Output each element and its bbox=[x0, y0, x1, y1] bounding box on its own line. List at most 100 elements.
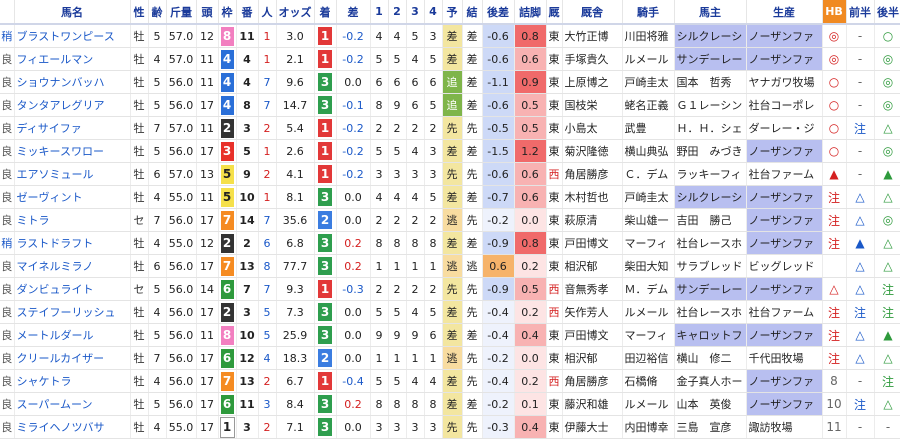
age: 4 bbox=[148, 185, 167, 209]
trainer: 角居勝彦 bbox=[562, 369, 623, 393]
column-header[interactable]: 性 bbox=[130, 0, 149, 25]
column-header[interactable]: 斤量 bbox=[166, 0, 197, 25]
table-row[interactable]: 良クリールカイザー牡 7 56.0 17 6 12 4 18.3 2 0.0 1 1 1 1 逃先 -0.2 0… bbox=[0, 346, 900, 370]
breeder: ノーザンファ bbox=[746, 208, 823, 232]
table-row[interactable]: 稍ブラストワンピース牡 5 57.0 12 8 11 1 3.0 1 -0.2 4 4 5 3 差差 -0.6… bbox=[0, 24, 900, 48]
column-header[interactable]: オッズ bbox=[276, 0, 315, 25]
column-header[interactable]: 厩舎 bbox=[562, 0, 623, 25]
column-header[interactable]: 差 bbox=[336, 0, 371, 25]
horse-name[interactable]: フィエールマン bbox=[14, 47, 131, 71]
column-header[interactable]: 人 bbox=[258, 0, 277, 25]
column-header[interactable]: 後半 bbox=[874, 0, 900, 25]
track-condition: 良 bbox=[0, 116, 15, 140]
table-row[interactable]: 良ミライヘノツバサ牡 4 55.0 17 1 3 2 7.1 3 0.0 3 3 3 3 先先 -0.3 0.4… bbox=[0, 415, 900, 439]
horse-name[interactable]: ディサイファ bbox=[14, 116, 131, 140]
table-row[interactable]: 良ステイフーリッシュ牡 4 56.0 17 2 3 5 7.3 3 0.0 5 5 4 5 差先 -0.4 0.… bbox=[0, 300, 900, 324]
table-row[interactable]: 良メートルダール牡 5 56.0 11 8 10 5 25.9 3 0.0 9 9 9 6 差差 -0.4 0.… bbox=[0, 323, 900, 347]
table-row[interactable]: 良スーパームーン牡 5 56.0 17 6 11 3 8.4 3 0.2 8 8 8 8 差差 -0.2 0.1… bbox=[0, 392, 900, 416]
table-row[interactable]: 稍ラストドラフト牡 4 55.0 12 2 2 6 6.8 3 0.2 8 8 8 8 差差 -0.9 0.8 東… bbox=[0, 231, 900, 255]
horse-name[interactable]: ミッキースワロー bbox=[14, 139, 131, 163]
horse-name[interactable]: ミライヘノツバサ bbox=[14, 415, 131, 439]
column-header[interactable]: 騎手 bbox=[622, 0, 675, 25]
breeder: 社台ファーム bbox=[746, 300, 823, 324]
second-half-mark: △ bbox=[874, 392, 900, 416]
column-header[interactable]: 馬名 bbox=[14, 0, 131, 25]
table-row[interactable]: 良ディサイファ牡 7 57.0 11 2 3 2 5.4 1 -0.2 2 2 2 2 先先 -0.5 0.5 東… bbox=[0, 116, 900, 140]
column-header[interactable]: 1 bbox=[370, 0, 389, 25]
popularity: 7 bbox=[258, 208, 277, 232]
horse-name[interactable]: シャケトラ bbox=[14, 369, 131, 393]
horse-name[interactable]: クリールカイザー bbox=[14, 346, 131, 370]
column-header[interactable]: 結 bbox=[462, 0, 483, 25]
table-row[interactable]: 良ミッキースワロー牡 5 56.0 17 3 5 1 2.6 1 -0.2 5 5 4 3 差差 -1.5 1.… bbox=[0, 139, 900, 163]
table-row[interactable]: 良ショウナンバッハ牡 5 56.0 11 4 4 7 9.6 3 0.0 6 6 6 6 追差 -1.1 0.9… bbox=[0, 70, 900, 94]
table-row[interactable]: 良ダンビュライトセ 5 56.0 14 6 7 7 9.3 1 -0.3 2 2 2 2 先先 -0.9 0.5… bbox=[0, 277, 900, 301]
weight-carried: 56.0 bbox=[166, 323, 197, 347]
column-header[interactable]: 予 bbox=[442, 0, 463, 25]
horse-name[interactable]: スーパームーン bbox=[14, 392, 131, 416]
corner-3: 4 bbox=[406, 185, 425, 209]
closing-speed: 0.5 bbox=[514, 277, 547, 301]
column-header[interactable]: 枠 bbox=[218, 0, 237, 25]
horse-name[interactable]: ブラストワンピース bbox=[14, 24, 131, 48]
breeder: 諏訪牧場 bbox=[746, 415, 823, 439]
horse-name[interactable]: タンタアレグリア bbox=[14, 93, 131, 117]
column-header[interactable]: 後差 bbox=[482, 0, 515, 25]
table-row[interactable]: 良ゼーヴィント牡 4 55.0 11 5 10 1 8.1 3 0.0 4 4 4 5 差差 -0.7 0.6 東… bbox=[0, 185, 900, 209]
horse-name[interactable]: エアソミュール bbox=[14, 162, 131, 186]
second-half-mark: ◎ bbox=[874, 47, 900, 71]
column-header[interactable]: 3 bbox=[406, 0, 425, 25]
column-header[interactable]: 生産 bbox=[746, 0, 823, 25]
corner-3: 1 bbox=[406, 346, 425, 370]
column-header[interactable]: 番 bbox=[236, 0, 259, 25]
table-row[interactable]: 良シャケトラ牡 4 56.0 17 7 13 2 6.7 1 -0.4 5 5 4 4 差先 -0.4 0.2 西… bbox=[0, 369, 900, 393]
table-row[interactable]: 良マイネルミラノ牡 6 56.0 17 7 13 8 77.7 3 0.2 1 1 1 1 逃逃 0.6 0.2… bbox=[0, 254, 900, 278]
horse-name[interactable]: ゼーヴィント bbox=[14, 185, 131, 209]
track-condition: 良 bbox=[0, 70, 15, 94]
column-header[interactable]: 着 bbox=[314, 0, 337, 25]
column-header[interactable]: 4 bbox=[424, 0, 443, 25]
closing-speed: 0.4 bbox=[514, 415, 547, 439]
owner: 山本 英俊 bbox=[674, 392, 747, 416]
table-row[interactable]: 良タンタアレグリア牡 5 56.0 17 4 8 7 14.7 3 -0.1 8 9 6 5 追差 -0.6 0… bbox=[0, 93, 900, 117]
first-half-mark: - bbox=[846, 24, 875, 48]
column-header[interactable]: HB bbox=[822, 0, 847, 25]
stable-region: 東 bbox=[546, 254, 563, 278]
horse-number: 5 bbox=[236, 139, 259, 163]
column-header[interactable]: 頭 bbox=[196, 0, 219, 25]
column-header[interactable]: 前半 bbox=[846, 0, 875, 25]
corner-4: 8 bbox=[424, 392, 443, 416]
stable-region: 東 bbox=[546, 185, 563, 209]
first-half-mark: - bbox=[846, 47, 875, 71]
table-row[interactable]: 良フィエールマン牡 4 57.0 11 4 4 1 2.1 1 -0.2 5 5 4 5 差差 -0.6 0.6… bbox=[0, 47, 900, 71]
column-header[interactable]: 馬主 bbox=[674, 0, 747, 25]
trainer: 相沢郁 bbox=[562, 346, 623, 370]
finish-position: 1 bbox=[318, 372, 332, 390]
horse-name[interactable]: メートルダール bbox=[14, 323, 131, 347]
predicted-style: 差 bbox=[442, 392, 463, 416]
horse-name[interactable]: ラストドラフト bbox=[14, 231, 131, 255]
table-row[interactable]: 良ミトラセ 7 56.0 17 7 14 7 35.6 2 0.0 2 2 2 2 逃先 -0.2 0.0 東萩原… bbox=[0, 208, 900, 232]
corner-2: 6 bbox=[388, 70, 407, 94]
column-header[interactable]: 厩 bbox=[546, 0, 563, 25]
horse-name[interactable]: ダンビュライト bbox=[14, 277, 131, 301]
finish-position: 3 bbox=[318, 257, 332, 275]
late-diff: -0.4 bbox=[482, 323, 515, 347]
horse-name[interactable]: マイネルミラノ bbox=[14, 254, 131, 278]
column-header[interactable]: 詰脚 bbox=[514, 0, 547, 25]
horse-name[interactable]: ステイフーリッシュ bbox=[14, 300, 131, 324]
column-header[interactable]: 齢 bbox=[148, 0, 167, 25]
trainer: 角居勝彦 bbox=[562, 162, 623, 186]
track-condition: 良 bbox=[0, 139, 15, 163]
column-header[interactable]: 2 bbox=[388, 0, 407, 25]
horse-name[interactable]: ショウナンバッハ bbox=[14, 70, 131, 94]
odds: 8.1 bbox=[276, 185, 315, 209]
track-condition: 良 bbox=[0, 162, 15, 186]
horse-name[interactable]: ミトラ bbox=[14, 208, 131, 232]
odds: 35.6 bbox=[276, 208, 315, 232]
sex: 牡 bbox=[130, 185, 149, 209]
breeder: ノーザンファ bbox=[746, 185, 823, 209]
sex: 牡 bbox=[130, 300, 149, 324]
result-style: 先 bbox=[462, 346, 483, 370]
table-row[interactable]: 良エアソミュール牡 6 57.0 13 5 9 2 4.1 1 -0.2 3 3 3 3 先先 -0.6 0.6… bbox=[0, 162, 900, 186]
